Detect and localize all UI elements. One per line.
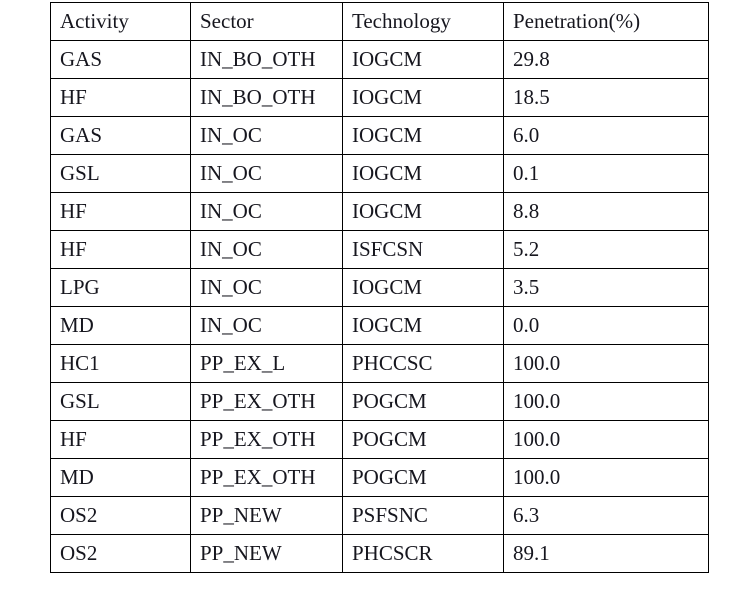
- cell-technology: PHCCSC: [342, 344, 504, 383]
- cell-technology: PSFSNC: [342, 496, 504, 535]
- cell-activity: LPG: [50, 268, 191, 307]
- cell-penetration: 29.8: [503, 40, 709, 79]
- cell-technology: POGCM: [342, 382, 504, 421]
- cell-penetration: 100.0: [503, 420, 709, 459]
- cell-penetration: 100.0: [503, 344, 709, 383]
- cell-activity: GAS: [50, 116, 191, 155]
- table-row: HF PP_EX_OTH POGCM 100.0: [50, 420, 709, 459]
- cell-activity: MD: [50, 458, 191, 497]
- table-row: MD PP_EX_OTH POGCM 100.0: [50, 458, 709, 497]
- cell-activity: GSL: [50, 382, 191, 421]
- cell-penetration: 6.0: [503, 116, 709, 155]
- cell-sector: IN_OC: [190, 154, 343, 193]
- table-row: MD IN_OC IOGCM 0.0: [50, 306, 709, 345]
- cell-technology: IOGCM: [342, 192, 504, 231]
- cell-technology: IOGCM: [342, 116, 504, 155]
- cell-penetration: 0.0: [503, 306, 709, 345]
- cell-sector: IN_OC: [190, 268, 343, 307]
- cell-penetration: 3.5: [503, 268, 709, 307]
- cell-sector: IN_OC: [190, 116, 343, 155]
- cell-technology: IOGCM: [342, 306, 504, 345]
- cell-technology: IOGCM: [342, 268, 504, 307]
- cell-sector: PP_NEW: [190, 534, 343, 573]
- table-row: GSL PP_EX_OTH POGCM 100.0: [50, 382, 709, 421]
- cell-activity: HF: [50, 192, 191, 231]
- cell-activity: HF: [50, 230, 191, 269]
- column-header-technology: Technology: [342, 2, 504, 41]
- table-container: Activity Sector Technology Penetration(%…: [50, 2, 709, 573]
- cell-activity: OS2: [50, 534, 191, 573]
- cell-sector: PP_EX_OTH: [190, 458, 343, 497]
- cell-penetration: 0.1: [503, 154, 709, 193]
- cell-activity: MD: [50, 306, 191, 345]
- table-header: Activity Sector Technology Penetration(%…: [50, 2, 709, 41]
- cell-activity: HC1: [50, 344, 191, 383]
- table-row: HF IN_OC ISFCSN 5.2: [50, 230, 709, 269]
- cell-penetration: 5.2: [503, 230, 709, 269]
- cell-penetration: 89.1: [503, 534, 709, 573]
- cell-sector: PP_EX_OTH: [190, 420, 343, 459]
- column-header-penetration: Penetration(%): [503, 2, 709, 41]
- cell-sector: IN_BO_OTH: [190, 40, 343, 79]
- cell-technology: IOGCM: [342, 154, 504, 193]
- table-row: LPG IN_OC IOGCM 3.5: [50, 268, 709, 307]
- cell-technology: POGCM: [342, 458, 504, 497]
- table-row: GAS IN_BO_OTH IOGCM 29.8: [50, 40, 709, 79]
- cell-activity: GSL: [50, 154, 191, 193]
- cell-technology: IOGCM: [342, 78, 504, 117]
- cell-activity: HF: [50, 420, 191, 459]
- penetration-table: Activity Sector Technology Penetration(%…: [50, 2, 709, 573]
- table-header-row: Activity Sector Technology Penetration(%…: [50, 2, 709, 41]
- cell-activity: OS2: [50, 496, 191, 535]
- cell-technology: IOGCM: [342, 40, 504, 79]
- cell-technology: POGCM: [342, 420, 504, 459]
- cell-sector: PP_EX_OTH: [190, 382, 343, 421]
- cell-penetration: 100.0: [503, 458, 709, 497]
- column-header-activity: Activity: [50, 2, 191, 41]
- cell-technology: PHCSCR: [342, 534, 504, 573]
- cell-sector: IN_OC: [190, 230, 343, 269]
- cell-sector: IN_BO_OTH: [190, 78, 343, 117]
- cell-penetration: 8.8: [503, 192, 709, 231]
- cell-sector: IN_OC: [190, 192, 343, 231]
- table-row: GSL IN_OC IOGCM 0.1: [50, 154, 709, 193]
- table-body: GAS IN_BO_OTH IOGCM 29.8 HF IN_BO_OTH IOGCM 18.…: [50, 40, 709, 573]
- cell-penetration: 100.0: [503, 382, 709, 421]
- cell-sector: PP_EX_L: [190, 344, 343, 383]
- table-row: HC1 PP_EX_L PHCCSC 100.0: [50, 344, 709, 383]
- table-row: HF IN_OC IOGCM 8.8: [50, 192, 709, 231]
- cell-penetration: 6.3: [503, 496, 709, 535]
- cell-activity: GAS: [50, 40, 191, 79]
- table-row: HF IN_BO_OTH IOGCM 18.5: [50, 78, 709, 117]
- cell-activity: HF: [50, 78, 191, 117]
- cell-penetration: 18.5: [503, 78, 709, 117]
- cell-sector: PP_NEW: [190, 496, 343, 535]
- table-row: OS2 PP_NEW PHCSCR 89.1: [50, 534, 709, 573]
- table-row: OS2 PP_NEW PSFSNC 6.3: [50, 496, 709, 535]
- table-row: GAS IN_OC IOGCM 6.0: [50, 116, 709, 155]
- cell-sector: IN_OC: [190, 306, 343, 345]
- cell-technology: ISFCSN: [342, 230, 504, 269]
- column-header-sector: Sector: [190, 2, 343, 41]
